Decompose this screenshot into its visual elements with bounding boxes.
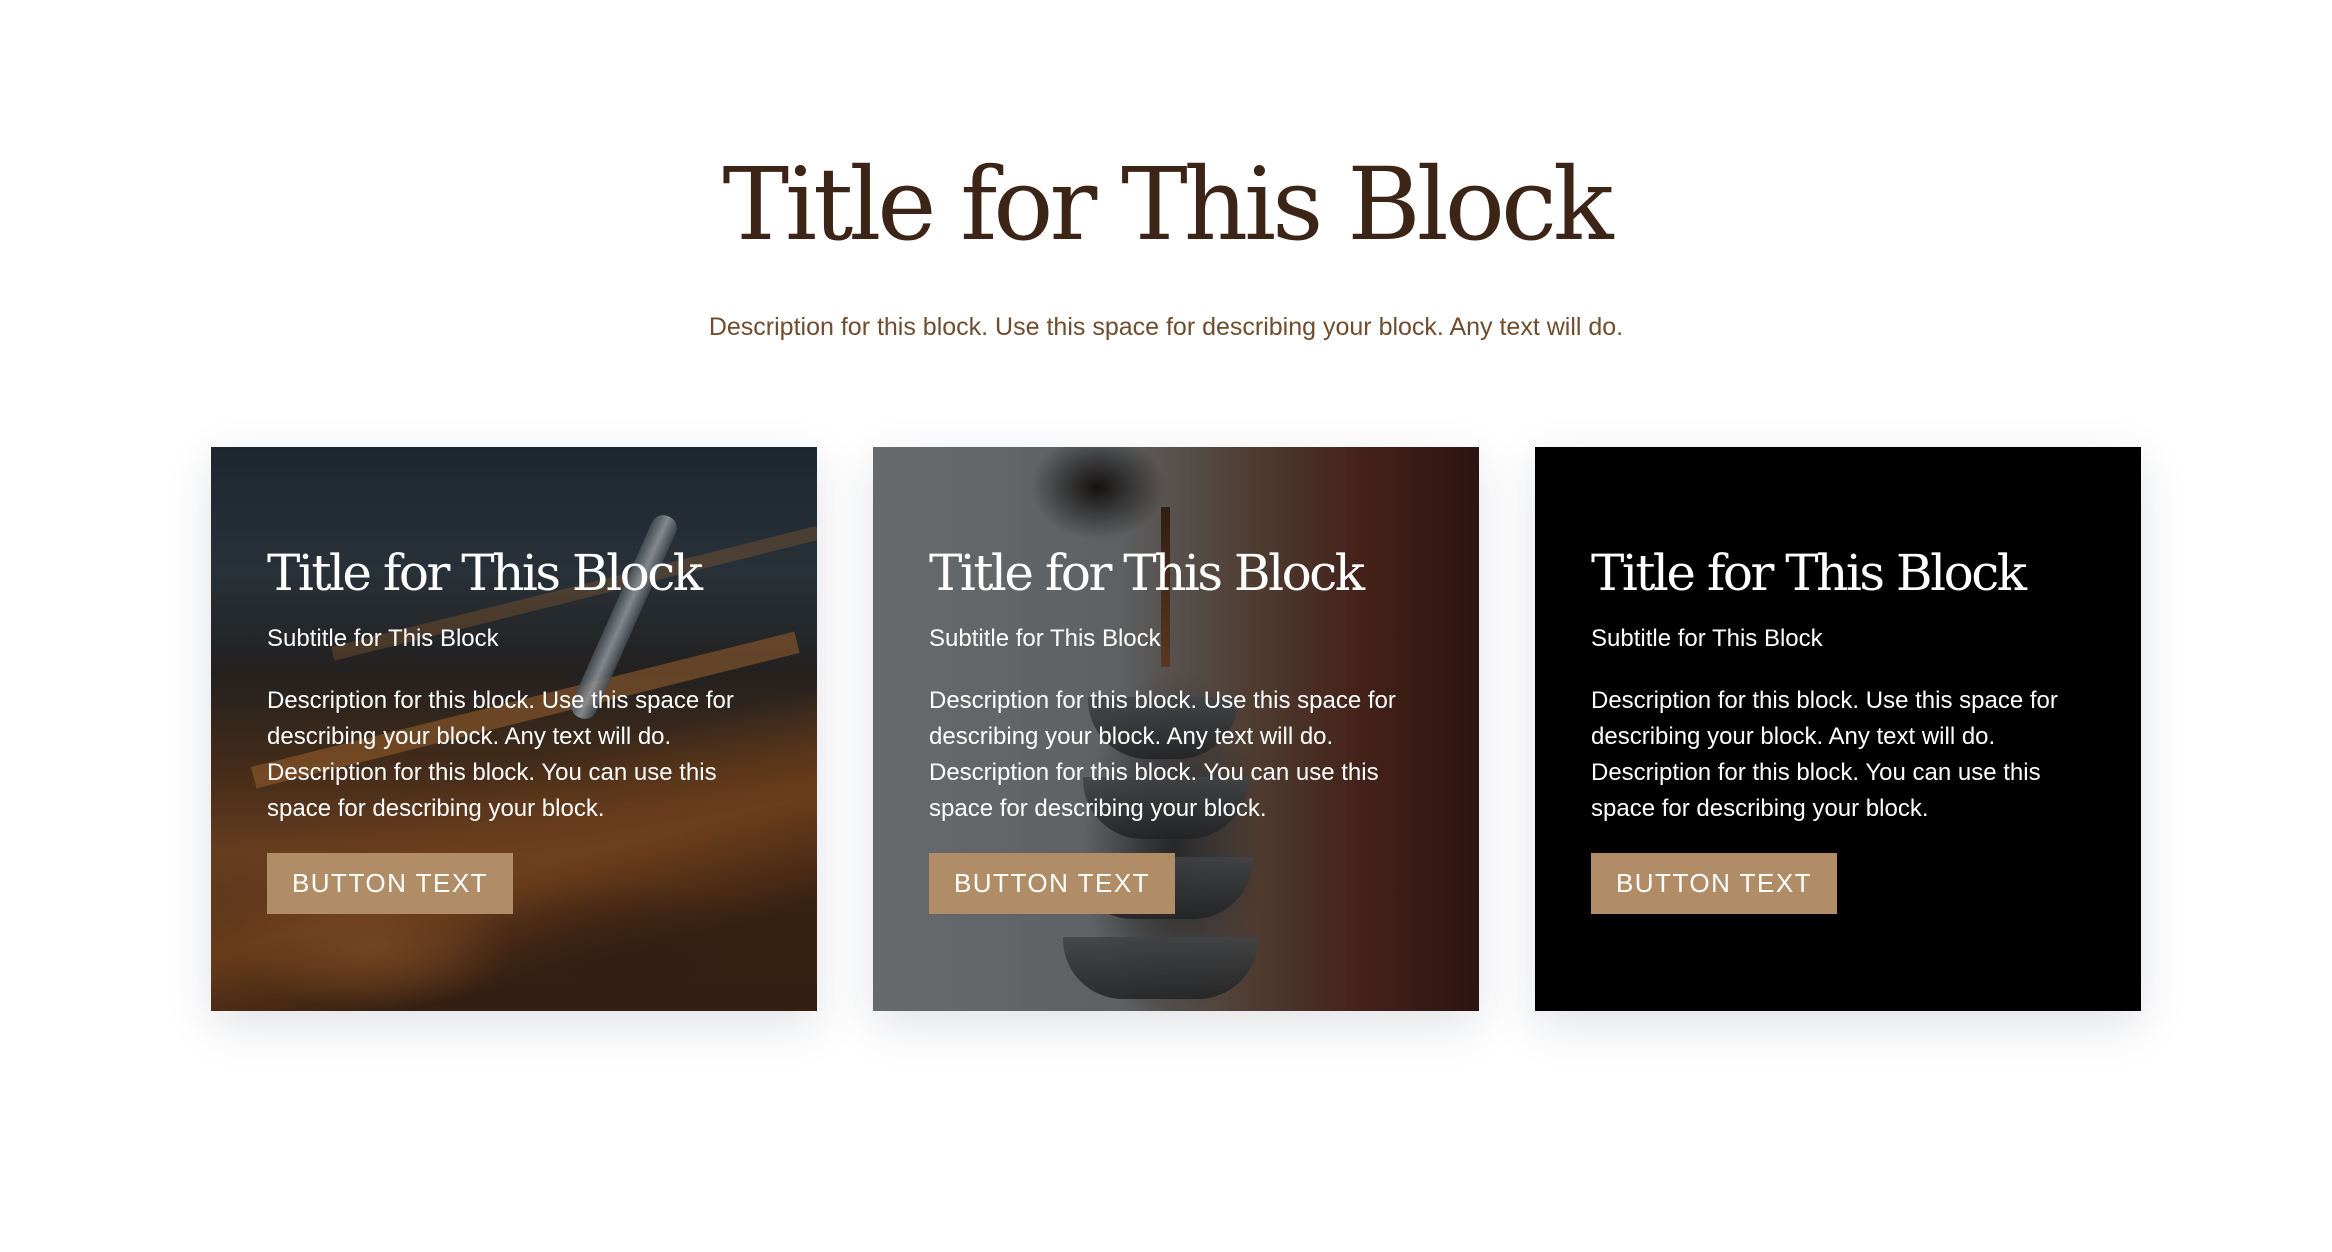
card-2-button[interactable]: BUTTON TEXT [929,853,1175,914]
card-1-button[interactable]: BUTTON TEXT [267,853,513,914]
feature-card-1: Title for This Block Subtitle for This B… [211,447,817,1011]
card-row: Title for This Block Subtitle for This B… [211,447,2141,1011]
section-title: Title for This Block [722,146,1613,263]
section-description: Description for this block. Use this spa… [708,313,1624,341]
card-description: Description for this block. Use this spa… [929,687,1396,822]
card-title: Title for This Block [1591,544,2027,602]
card-title: Title for This Block [267,544,703,602]
card-subtitle: Subtitle for This Block [267,625,499,652]
feature-card-3: Title for This Block Subtitle for This B… [1535,447,2141,1011]
page: Title for This Block Description for thi… [0,0,2332,1252]
card-title: Title for This Block [929,544,1365,602]
card-subtitle: Subtitle for This Block [929,625,1161,652]
feature-card-2: Title for This Block Subtitle for This B… [873,447,1479,1011]
card-3-button[interactable]: BUTTON TEXT [1591,853,1837,914]
card-description: Description for this block. Use this spa… [1591,687,2058,822]
card-subtitle: Subtitle for This Block [1591,625,1823,652]
card-description: Description for this block. Use this spa… [267,687,734,822]
